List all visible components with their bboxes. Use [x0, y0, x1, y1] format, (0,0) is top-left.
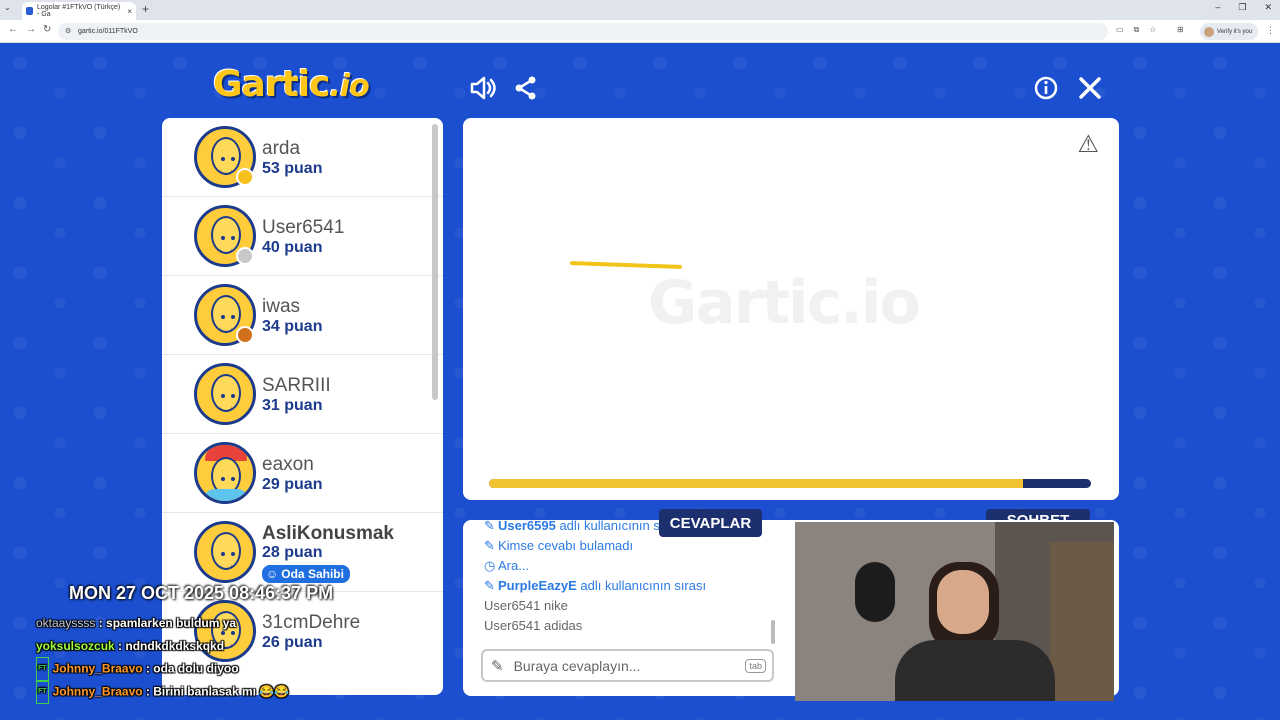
answer-entry: User6541 adidas	[484, 618, 583, 633]
tab-search-icon[interactable]: ⌄	[4, 3, 11, 12]
tab-key-hint: tab	[745, 658, 766, 673]
player-name: AsliKonusmak	[262, 523, 394, 544]
avatar	[194, 521, 256, 583]
extensions-icon[interactable]: ⊞	[1177, 25, 1184, 34]
minimize-icon[interactable]: –	[1215, 2, 1220, 13]
chat-message: oktaayssss : spamlarken buldum ya	[36, 616, 237, 630]
new-tab-button[interactable]: +	[142, 2, 149, 16]
canvas-watermark: Gartic.io	[648, 268, 921, 338]
reload-icon[interactable]: ↻	[43, 24, 51, 35]
round-timer-bar	[489, 479, 1091, 488]
sound-icon[interactable]	[469, 76, 497, 104]
browser-toolbar: ← → ↻ ⚙ gartic.io/011FTkVO ▭ ⧉ ☆ ⊞ Verif…	[0, 20, 1280, 43]
player-name: eaxon	[262, 454, 314, 475]
stream-datetime: MON 27 OCT 2025 08:46:37 PM	[69, 583, 334, 603]
rank-medal-icon	[236, 168, 254, 186]
player-points: 40 puan	[262, 239, 323, 256]
stream-chat: oktaayssss : spamlarken buldum ya yoksul…	[36, 612, 289, 704]
player-points: 31 puan	[262, 397, 323, 414]
profile-avatar	[1204, 26, 1214, 37]
url-text: gartic.io/011FTkVO	[78, 28, 138, 35]
player-points: 34 puan	[262, 318, 323, 335]
site-info-icon[interactable]: ⚙	[65, 27, 71, 35]
player-name: iwas	[262, 296, 301, 317]
crown-icon: ☺	[266, 567, 279, 581]
player-row: AsliKonusmak 28 puan ☺ Oda Sahibi	[162, 513, 443, 592]
share-icon[interactable]	[514, 76, 538, 104]
answer-input[interactable]: ✎ Buraya cevaplayın... tab	[481, 649, 774, 682]
players-scrollbar[interactable]	[432, 124, 438, 400]
avatar	[194, 442, 256, 504]
rank-medal-icon	[236, 247, 254, 265]
players-list[interactable]: arda 53 puan User6541 40 puan iwas 34 pu…	[162, 118, 443, 695]
tab-close-icon[interactable]: ×	[127, 7, 132, 16]
player-points: 53 puan	[262, 160, 323, 177]
avatar	[194, 363, 256, 425]
player-row: eaxon 29 puan	[162, 434, 443, 513]
player-points: 29 puan	[262, 476, 323, 493]
pencil-icon: ✎	[491, 657, 504, 675]
player-points: 28 puan	[262, 544, 323, 561]
report-warning-icon[interactable]: ⚠	[1077, 130, 1099, 159]
info-icon[interactable]	[1034, 76, 1058, 104]
room-owner-badge: ☺ Oda Sahibi	[262, 565, 350, 583]
player-row: arda 53 puan	[162, 118, 443, 197]
answer-entry: ✎ PurpleEazyE adlı kullanıcının sırası	[484, 576, 774, 596]
tab-answers[interactable]: CEVAPLAR	[659, 509, 762, 537]
user-badge-icon: FT	[36, 657, 49, 682]
player-row: User6541 40 puan	[162, 197, 443, 276]
gartic-logo: Gartic.io	[213, 64, 370, 105]
pencil-icon: ✎	[484, 578, 495, 593]
browser-tabstrip: ⌄ Logolar #1FTkVO (Türkçe) - Ga × + – ❐ …	[0, 0, 1280, 20]
answer-placeholder: Buraya cevaplayın...	[513, 657, 641, 674]
clock-icon: ◷	[484, 558, 496, 573]
tab-title: Logolar #1FTkVO (Türkçe) - Ga	[36, 4, 121, 18]
chat-message: yoksulsozcuk : ndndkdkdkskqkd	[36, 638, 225, 653]
answer-entry: ✎ Kimse cevabı bulamadı	[484, 536, 774, 556]
rank-medal-icon	[236, 326, 254, 344]
answer-entry: ◷ Ara...	[484, 556, 774, 576]
player-row: iwas 34 puan	[162, 276, 443, 355]
close-window-icon[interactable]: ✕	[1264, 2, 1272, 13]
bookmark-star-icon[interactable]: ☆	[1149, 25, 1156, 35]
drawn-stroke	[569, 261, 683, 269]
drawing-canvas[interactable]: Gartic.io ⚠	[463, 118, 1119, 500]
forward-icon[interactable]: →	[26, 24, 36, 35]
back-icon[interactable]: ←	[8, 24, 18, 35]
profile-button[interactable]: Verify it's you	[1200, 23, 1259, 40]
pencil-icon: ✎	[484, 538, 495, 553]
answers-list: ✎ User6595 adlı kullanıcının sırası ✎ Kims…	[484, 520, 774, 636]
player-name: arda	[262, 138, 301, 159]
close-icon[interactable]	[1078, 76, 1102, 104]
profile-label: Verify it's you	[1217, 28, 1253, 35]
window-controls: – ❐ ✕	[1215, 2, 1272, 13]
address-bar[interactable]: ⚙ gartic.io/011FTkVO	[58, 23, 1108, 40]
translate-icon[interactable]: ⧉	[1134, 25, 1140, 35]
favicon-icon	[26, 7, 33, 15]
user-badge-icon: FT	[36, 679, 49, 704]
pencil-icon: ✎	[484, 520, 495, 533]
chat-message: FT Johnny_Braavo : oda dolu diyoo	[36, 657, 289, 682]
round-timer-fill	[489, 479, 1025, 488]
answer-entry: User6541 nike	[484, 598, 568, 613]
player-name: User6541	[262, 217, 345, 238]
answers-scrollbar[interactable]	[771, 620, 775, 644]
cast-icon[interactable]: ▭	[1116, 25, 1124, 35]
webcam-overlay	[795, 522, 1114, 701]
toolbar-icons: ▭ ⧉ ☆	[1116, 25, 1156, 35]
maximize-icon[interactable]: ❐	[1238, 2, 1246, 13]
player-row: SARRIII 31 puan	[162, 355, 443, 434]
browser-menu-icon[interactable]: ⋮	[1266, 25, 1275, 36]
chat-message: FT Johnny_Braavo : Birini banlasak mı 😂😂	[36, 679, 289, 704]
browser-tab[interactable]: Logolar #1FTkVO (Türkçe) - Ga ×	[22, 2, 136, 20]
player-name: SARRIII	[262, 375, 331, 396]
